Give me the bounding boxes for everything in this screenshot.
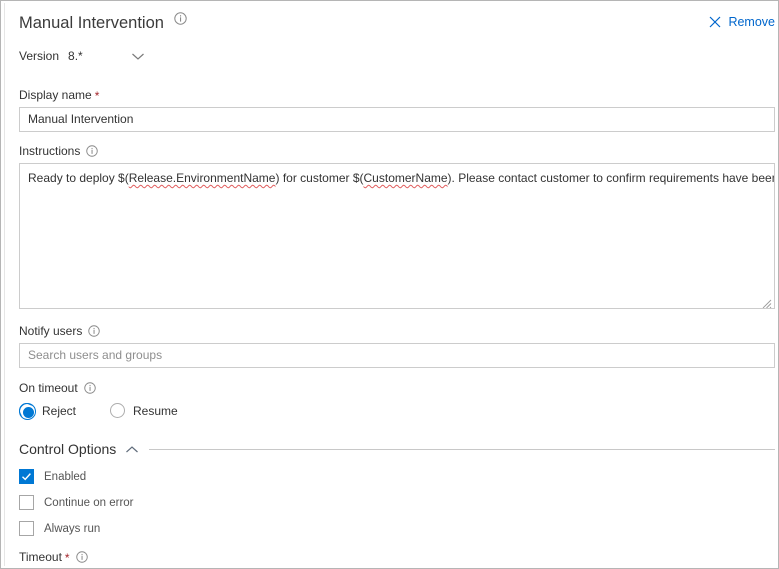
- timeout-label-row: Timeout *: [19, 549, 775, 565]
- section-divider: [149, 448, 775, 450]
- on-timeout-field: On timeout Reject Resume: [19, 380, 775, 420]
- checkbox-indicator: [19, 521, 34, 536]
- radio-indicator: [19, 403, 36, 420]
- notify-users-label: Notify users: [19, 324, 83, 338]
- checkbox-label: Enabled: [44, 470, 87, 483]
- task-editor-panel: Manual Intervention Remove Version 8.* D…: [0, 0, 779, 569]
- instructions-textarea[interactable]: Ready to deploy $(Release.EnvironmentNam…: [19, 163, 775, 309]
- display-name-label-row: Display name *: [19, 87, 775, 103]
- info-icon[interactable]: [174, 12, 188, 25]
- display-name-label: Display name: [19, 88, 92, 102]
- version-value: 8.*: [68, 49, 83, 63]
- control-options-title: Control Options: [19, 441, 117, 457]
- checkbox-indicator: [19, 495, 34, 510]
- instructions-text-run: ). Please contact customer to confirm re…: [447, 171, 775, 185]
- notify-users-label-row: Notify users: [19, 323, 775, 339]
- required-marker: *: [94, 89, 100, 103]
- instructions-label-row: Instructions: [19, 143, 775, 159]
- on-timeout-label-row: On timeout: [19, 380, 775, 396]
- checkbox-row-continue-on-error[interactable]: Continue on error: [19, 495, 775, 510]
- remove-label: Remove: [728, 15, 775, 29]
- checkbox-label: Continue on error: [44, 496, 134, 509]
- control-options-header[interactable]: Control Options: [19, 440, 775, 458]
- radio-option-reject[interactable]: Reject: [19, 403, 77, 420]
- checkbox-row-enabled[interactable]: Enabled: [19, 469, 775, 484]
- spellcheck-token: Release.EnvironmentName: [128, 171, 276, 185]
- display-name-field: Display name * Manual Intervention: [19, 87, 775, 132]
- version-label: Version: [19, 49, 60, 63]
- chevron-up-icon[interactable]: [125, 445, 139, 454]
- task-editor-pane: Manual Intervention Remove Version 8.* D…: [4, 3, 777, 566]
- close-x-icon: [709, 16, 721, 28]
- info-icon[interactable]: [83, 382, 96, 394]
- radio-indicator: [110, 403, 126, 418]
- instructions-field: Instructions Ready to deploy $(Release.E…: [19, 143, 775, 309]
- info-icon[interactable]: [88, 325, 101, 337]
- notify-users-field: Notify users Search users and groups: [19, 323, 775, 368]
- remove-button[interactable]: Remove: [709, 14, 775, 30]
- checkbox-row-always-run[interactable]: Always run: [19, 521, 775, 536]
- timeout-label: Timeout: [19, 550, 62, 564]
- task-header: Manual Intervention Remove: [19, 11, 775, 41]
- on-timeout-radio-group: Reject Resume: [19, 403, 775, 420]
- version-selector[interactable]: Version 8.*: [19, 47, 775, 65]
- radio-label: Resume: [133, 403, 178, 418]
- instructions-text-run: Ready to deploy $(: [28, 171, 129, 185]
- radio-option-resume[interactable]: Resume: [110, 403, 178, 418]
- instructions-text-run: ) for customer $(: [275, 171, 364, 185]
- timeout-field: Timeout * 0: [19, 549, 775, 568]
- page-title: Manual Intervention: [19, 14, 164, 32]
- control-options-checkboxes: Enabled Continue on error Always run: [19, 469, 775, 536]
- instructions-label: Instructions: [19, 144, 81, 158]
- task-editor-content: Manual Intervention Remove Version 8.* D…: [19, 11, 775, 568]
- radio-label: Reject: [42, 403, 77, 418]
- info-icon[interactable]: [86, 145, 99, 157]
- resize-grip-icon[interactable]: [762, 296, 772, 308]
- chevron-down-icon[interactable]: [131, 52, 145, 61]
- info-icon[interactable]: [75, 551, 88, 563]
- instructions-text: Ready to deploy $(Release.EnvironmentNam…: [28, 170, 774, 186]
- notify-users-input[interactable]: Search users and groups: [19, 343, 775, 368]
- required-marker: *: [64, 551, 70, 565]
- display-name-input[interactable]: Manual Intervention: [19, 107, 775, 132]
- checkbox-indicator: [19, 469, 34, 484]
- spellcheck-token: CustomerName: [363, 171, 448, 185]
- checkbox-label: Always run: [44, 522, 101, 535]
- on-timeout-label: On timeout: [19, 381, 78, 395]
